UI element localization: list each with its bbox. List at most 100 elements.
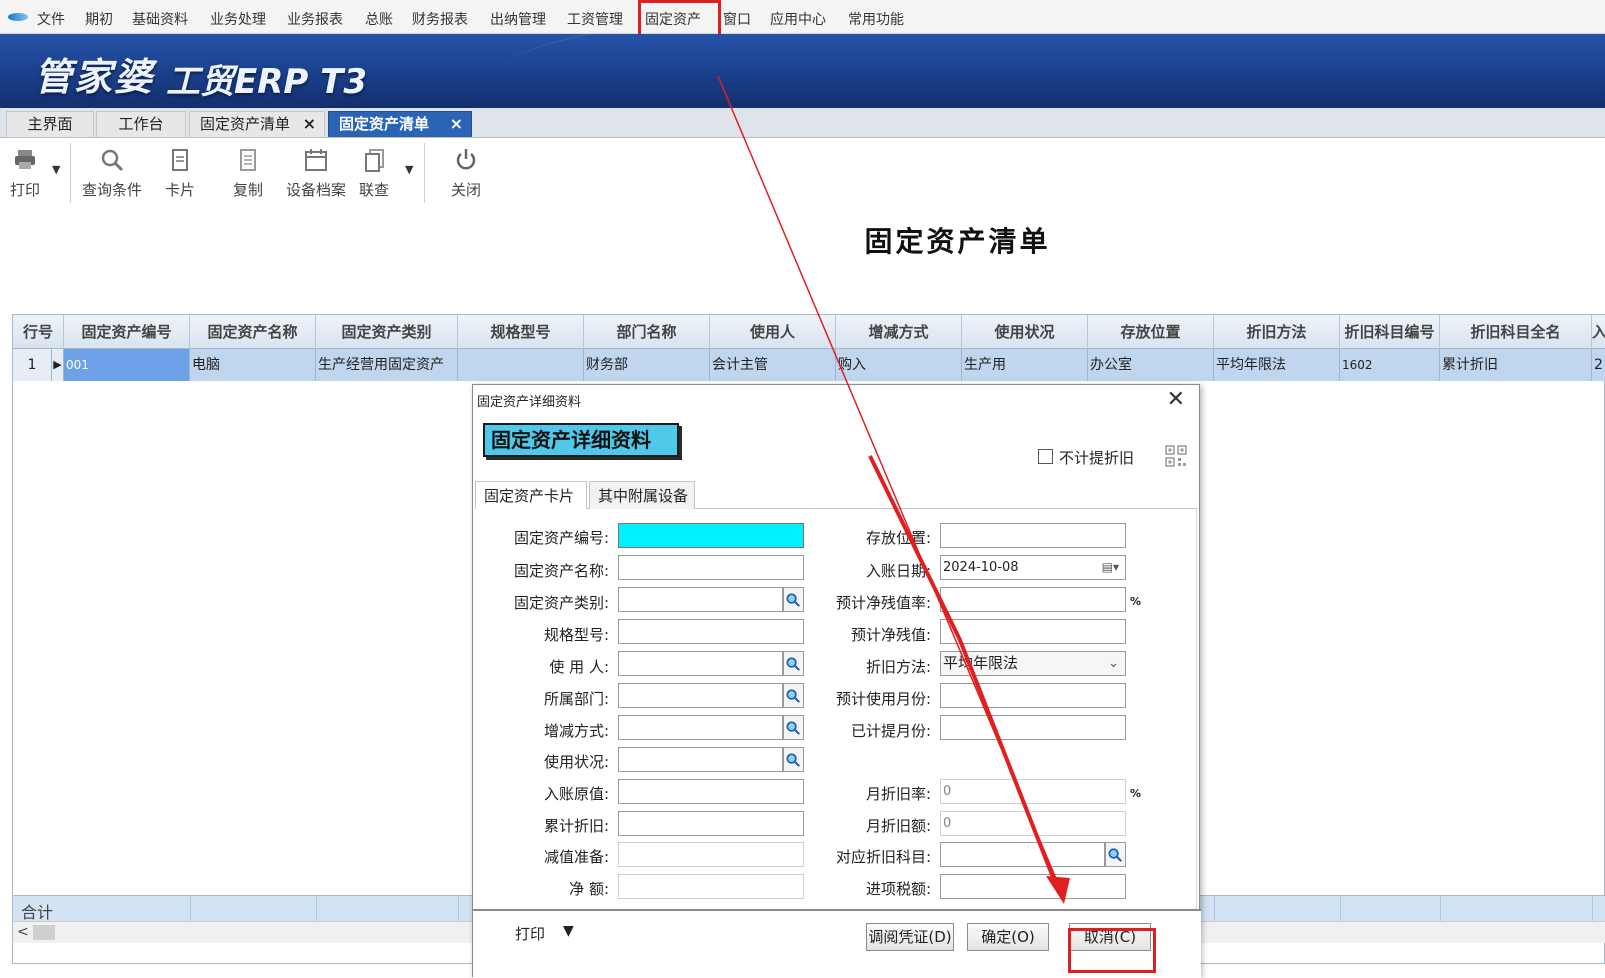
column-header[interactable]: 存放位置 (1088, 315, 1214, 349)
table-cell[interactable]: 生产经营用固定资产 (316, 349, 458, 381)
column-header[interactable]: 部门名称 (584, 315, 710, 349)
close-icon[interactable]: ✕ (1167, 387, 1185, 412)
menu-business-reports[interactable]: 业务报表 (287, 9, 343, 29)
scroll-left-icon[interactable]: < (17, 924, 29, 940)
menu-financial-reports[interactable]: 财务报表 (412, 9, 468, 29)
column-header[interactable]: 折旧科目全名 (1440, 315, 1592, 349)
account-lookup-button[interactable] (1105, 842, 1126, 867)
menu-common[interactable]: 常用功能 (848, 9, 904, 29)
close-icon[interactable]: × (303, 112, 316, 136)
print-dropdown-icon[interactable]: ▼ (52, 163, 60, 176)
close-icon[interactable]: × (450, 112, 463, 136)
menu-opening[interactable]: 期初 (85, 9, 113, 29)
location-input[interactable] (940, 523, 1126, 548)
table-cell[interactable]: 累计折旧 (1440, 349, 1592, 381)
change-method-input[interactable] (618, 715, 783, 740)
menu-payroll[interactable]: 工资管理 (567, 9, 623, 29)
table-cell[interactable]: 购入 (836, 349, 962, 381)
row-number[interactable]: 1 (13, 349, 52, 381)
equipment-file-button[interactable]: 设备档案 (284, 147, 348, 200)
original-value-input[interactable] (618, 779, 804, 804)
column-header[interactable]: 入 (1592, 315, 1605, 349)
menu-business[interactable]: 业务处理 (210, 9, 266, 29)
tab-main[interactable]: 主界面 (6, 111, 94, 137)
department-input[interactable] (618, 683, 783, 708)
department-lookup-button[interactable] (783, 683, 804, 708)
table-cell[interactable]: 办公室 (1088, 349, 1214, 381)
column-header[interactable]: 使用状况 (962, 315, 1088, 349)
calendar-dropdown-icon[interactable]: ▤▾ (1102, 556, 1119, 579)
accrued-months-input[interactable] (940, 715, 1126, 740)
menu-app-center[interactable]: 应用中心 (770, 9, 826, 29)
toolbar-divider (70, 143, 71, 203)
search-icon (786, 721, 800, 735)
query-button[interactable]: 查询条件 (80, 147, 144, 200)
footer-print-button[interactable]: 打印 (515, 923, 545, 944)
change-method-lookup-button[interactable] (783, 715, 804, 740)
card-button[interactable]: 卡片 (162, 147, 198, 200)
column-header[interactable]: 规格型号 (458, 315, 584, 349)
column-header[interactable]: 折旧科目编号 (1340, 315, 1440, 349)
asset-category-input[interactable] (618, 587, 783, 612)
table-cell[interactable]: 会计主管 (710, 349, 836, 381)
menu-cashier[interactable]: 出纳管理 (490, 9, 546, 29)
column-header[interactable]: 固定资产类别 (316, 315, 458, 349)
status-lookup-button[interactable] (783, 747, 804, 772)
entry-date-picker[interactable]: 2024-10-08 ▤▾ (940, 555, 1126, 580)
salvage-rate-input[interactable] (940, 587, 1126, 612)
table-cell[interactable]: 平均年限法 (1214, 349, 1340, 381)
scrollbar-thumb[interactable] (33, 925, 55, 940)
tab-attached-equipment[interactable]: 其中附属设备 (589, 481, 695, 509)
drill-query-dropdown-icon[interactable]: ▼ (405, 163, 413, 176)
tab-asset-list-2[interactable]: 固定资产清单 × (328, 111, 472, 137)
menu-basic-data[interactable]: 基础资料 (132, 9, 188, 29)
expected-months-input[interactable] (940, 683, 1126, 708)
print-dropdown-icon[interactable]: ▼ (563, 923, 574, 939)
field-label: 折旧方法: (865, 658, 931, 676)
column-header[interactable]: 固定资产名称 (190, 315, 316, 349)
accum-depreciation-input[interactable] (618, 811, 804, 836)
depreciation-account-input[interactable] (940, 842, 1105, 867)
depreciation-method-select[interactable]: 平均年限法 ⌄ (940, 651, 1126, 676)
close-button[interactable]: 关闭 (448, 147, 484, 200)
tab-workbench[interactable]: 工作台 (96, 111, 186, 137)
drill-query-button[interactable]: 联查 (356, 147, 392, 200)
asset-no-input[interactable] (618, 523, 804, 548)
table-cell[interactable]: 生产用 (962, 349, 1088, 381)
asset-name-input[interactable] (618, 555, 804, 580)
print-button[interactable]: 打印 (8, 147, 42, 200)
chevron-down-icon[interactable]: ⌄ (1108, 652, 1119, 675)
menu-ledger[interactable]: 总账 (365, 9, 393, 29)
tab-asset-list-1[interactable]: 固定资产清单 × (189, 111, 325, 137)
copy-button[interactable]: 复制 (230, 147, 266, 200)
spec-input[interactable] (618, 619, 804, 644)
input-tax-input[interactable] (940, 874, 1126, 899)
menu-file[interactable]: 文件 (37, 9, 65, 29)
table-cell[interactable]: 2 (1592, 349, 1605, 381)
asset-category-lookup-button[interactable] (783, 587, 804, 612)
no-depreciation-checkbox[interactable] (1038, 449, 1053, 464)
view-voucher-button[interactable]: 调阅凭证(D) (866, 923, 954, 951)
column-header[interactable]: 固定资产编号 (64, 315, 190, 349)
salvage-value-input[interactable] (940, 619, 1126, 644)
table-cell[interactable]: 001 (64, 349, 190, 381)
qr-code-icon[interactable] (1165, 445, 1187, 467)
power-icon (456, 149, 476, 170)
table-cell[interactable]: 电脑 (190, 349, 316, 381)
column-header[interactable]: 行号 (13, 315, 64, 349)
brand-name-cn: 管家婆 (34, 54, 155, 99)
column-header[interactable]: 增减方式 (836, 315, 962, 349)
table-cell[interactable]: 财务部 (584, 349, 710, 381)
table-cell[interactable] (458, 349, 584, 381)
column-header[interactable]: 折旧方法 (1214, 315, 1340, 349)
tab-asset-card[interactable]: 固定资产卡片 (475, 481, 587, 510)
ok-button[interactable]: 确定(O) (967, 923, 1049, 951)
table-cell[interactable]: 1602 (1340, 349, 1440, 381)
status-input[interactable] (618, 747, 783, 772)
menu-window[interactable]: 窗口 (723, 9, 751, 29)
field-label: 使用状况: (543, 753, 609, 771)
user-lookup-button[interactable] (783, 651, 804, 676)
user-input[interactable] (618, 651, 783, 676)
calendar-icon (305, 149, 327, 171)
column-header[interactable]: 使用人 (710, 315, 836, 349)
